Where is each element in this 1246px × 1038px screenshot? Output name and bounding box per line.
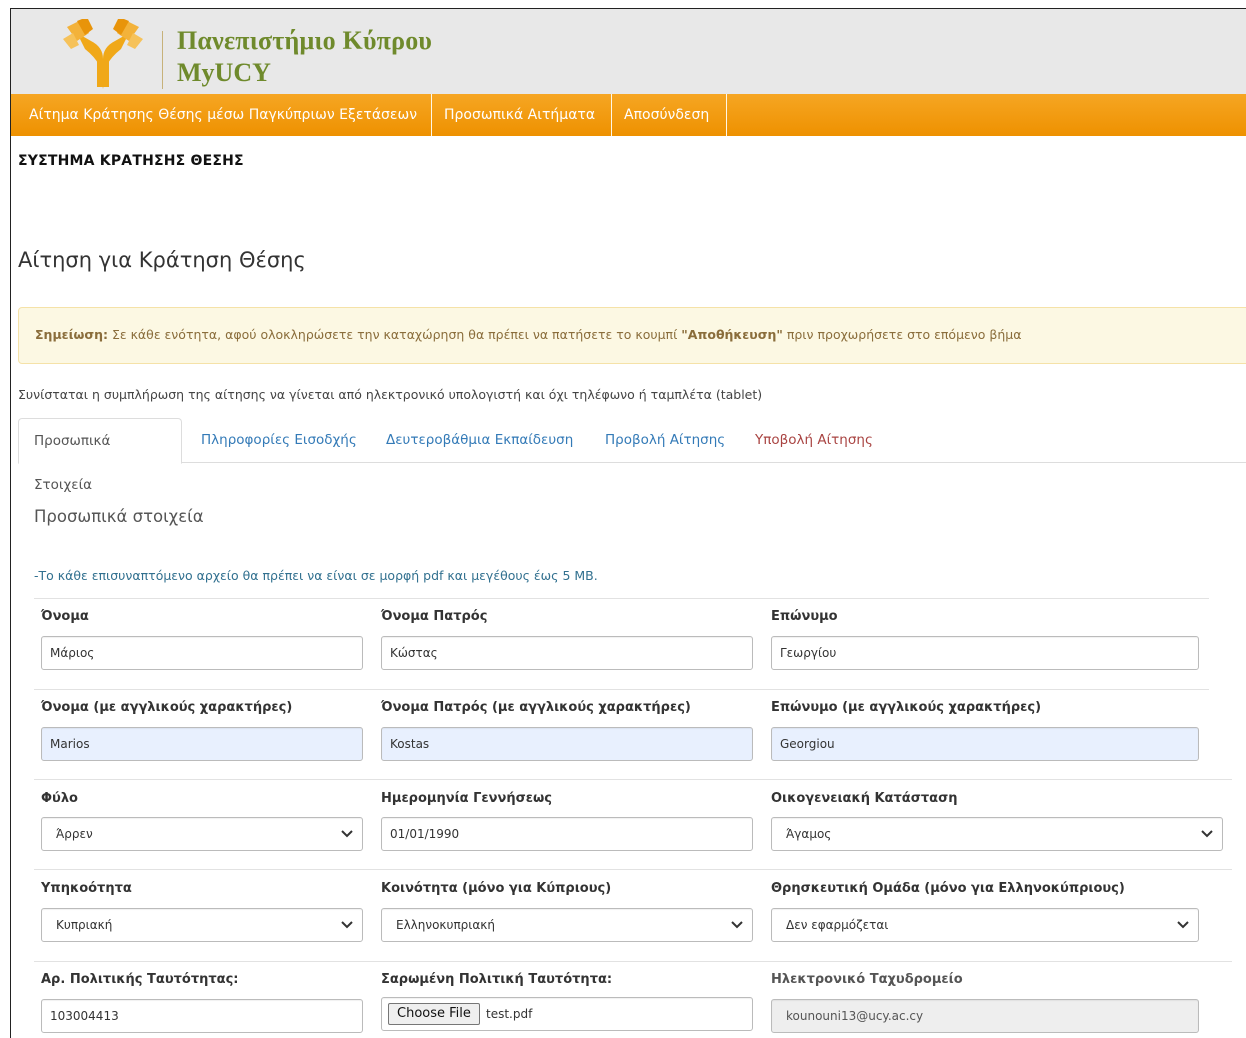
- choose-file-button[interactable]: Choose File: [388, 1003, 480, 1025]
- alert-text-before: Σε κάθε ενότητα, αφού ολοκληρώσετε την κ…: [107, 327, 682, 342]
- father-name-en-input[interactable]: Kostas: [381, 727, 753, 761]
- father-name-en-label: Όνομα Πατρός (με αγγλικούς χαρακτήρες): [381, 700, 691, 715]
- first-name-en-input[interactable]: Marios: [41, 727, 363, 761]
- selected-file-name: test.pdf: [486, 1007, 533, 1021]
- surname-input[interactable]: Γεωργίου: [771, 636, 1199, 670]
- chevron-down-icon: [1201, 830, 1213, 838]
- row-divider: [34, 961, 1232, 962]
- chevron-down-icon: [341, 921, 353, 929]
- email-field: kounouni13@ucy.ac.cy: [771, 999, 1199, 1033]
- marital-status-value: Άγαμος: [786, 827, 832, 841]
- marital-status-select[interactable]: Άγαμος: [771, 817, 1223, 851]
- father-name-label: Όνομα Πατρός: [381, 609, 488, 624]
- university-name: Πανεπιστήμιο Κύπρου: [177, 26, 433, 55]
- citizenship-label: Υπηκοότητα: [41, 881, 132, 896]
- page-title: Αίτηση για Κράτηση Θέσης: [18, 248, 306, 272]
- community-label: Κοινότητα (μόνο για Κύπριους): [381, 881, 612, 896]
- section-title: Προσωπικά στοιχεία: [34, 507, 204, 526]
- system-title: ΣΥΣΤΗΜΑ ΚΡΑΤΗΣΗΣ ΘΕΣΗΣ: [18, 153, 244, 169]
- row-divider: [34, 779, 1232, 780]
- birth-date-label: Ημερομηνία Γεννήσεως: [381, 791, 552, 806]
- alert-text-after: πριν προχωρήσετε στο επόμενο βήμα: [782, 327, 1022, 342]
- community-select[interactable]: Ελληνοκυπριακή: [381, 908, 753, 942]
- row-divider: [34, 689, 1209, 690]
- nav-item-logout[interactable]: Αποσύνδεση: [612, 94, 727, 136]
- nav-item-personal-requests[interactable]: Προσωπικά Αιτήματα: [432, 94, 612, 136]
- tab-secondary-education[interactable]: Δευτεροβάθμια Εκπαίδευση: [371, 418, 588, 463]
- email-label: Ηλεκτρονικό Ταχυδρομείο: [771, 972, 963, 987]
- row-divider: [34, 869, 1232, 870]
- ucy-tree-logo-icon: [63, 19, 143, 89]
- chevron-down-icon: [341, 830, 353, 838]
- tab-admission-info[interactable]: Πληροφορίες Εισοδχής: [186, 418, 372, 463]
- surname-en-input[interactable]: Georgiou: [771, 727, 1199, 761]
- citizenship-select[interactable]: Κυπριακή: [41, 908, 363, 942]
- alert-button-name: "Αποθήκευση": [681, 327, 783, 342]
- gender-select[interactable]: Άρρεν: [41, 817, 363, 851]
- id-scan-file-input[interactable]: Choose File test.pdf: [381, 997, 753, 1031]
- nav-item-seat-request[interactable]: Αίτημα Κράτησης Θέσης μέσω Παγκύπριων Εξ…: [17, 94, 432, 136]
- gender-label: Φύλο: [41, 791, 78, 806]
- id-number-label: Αρ. Πολιτικής Ταυτότητας:: [41, 972, 239, 987]
- form-tabs: Προσωπικά Στοιχεία Πληροφορίες Εισοδχής …: [18, 418, 1246, 493]
- tab-submit-application[interactable]: Υποβολή Αίτησης: [740, 418, 888, 463]
- note-alert: Σημείωση: Σε κάθε ενότητα, αφού ολοκληρώ…: [18, 307, 1246, 364]
- tab-personal-details[interactable]: Προσωπικά Στοιχεία: [18, 418, 182, 493]
- surname-en-label: Επώνυμο (με αγγλικούς χαρακτήρες): [771, 700, 1042, 715]
- religion-select[interactable]: Δεν εφαρμόζεται: [771, 908, 1199, 942]
- file-size-note: -Το κάθε επισυναπτόμενο αρχείο θα πρέπει…: [34, 568, 598, 583]
- id-number-input[interactable]: 103004413: [41, 999, 363, 1033]
- community-value: Ελληνοκυπριακή: [396, 918, 495, 932]
- religion-value: Δεν εφαρμόζεται: [786, 918, 889, 932]
- first-name-input[interactable]: Μάριος: [41, 636, 363, 670]
- logo-divider: [162, 31, 163, 89]
- surname-label: Επώνυμο: [771, 609, 838, 624]
- gender-value: Άρρεν: [56, 827, 93, 841]
- father-name-input[interactable]: Κώστας: [381, 636, 753, 670]
- tab-view-application[interactable]: Προβολή Αίτησης: [590, 418, 740, 463]
- marital-status-label: Οικογενειακή Κατάσταση: [771, 791, 958, 806]
- site-header: Πανεπιστήμιο Κύπρου MyUCY: [11, 9, 1246, 94]
- row-divider: [34, 598, 1209, 599]
- portal-name: MyUCY: [177, 58, 271, 87]
- birth-date-input[interactable]: 01/01/1990: [381, 817, 753, 851]
- religion-label: Θρησκευτική Ομάδα (μόνο για Ελληνοκύπριο…: [771, 881, 1125, 896]
- device-recommendation: Συνίσταται η συμπλήρωση της αίτησης να γ…: [18, 387, 763, 402]
- first-name-label: Όνομα: [41, 609, 89, 624]
- main-nav: Αίτημα Κράτησης Θέσης μέσω Παγκύπριων Εξ…: [11, 94, 1246, 136]
- alert-prefix: Σημείωση:: [35, 327, 108, 342]
- chevron-down-icon: [1177, 921, 1189, 929]
- id-scan-label: Σαρωμένη Πολιτική Ταυτότητα:: [381, 972, 613, 987]
- chevron-down-icon: [731, 921, 743, 929]
- first-name-en-label: Όνομα (με αγγλικούς χαρακτήρες): [41, 700, 293, 715]
- citizenship-value: Κυπριακή: [56, 918, 113, 932]
